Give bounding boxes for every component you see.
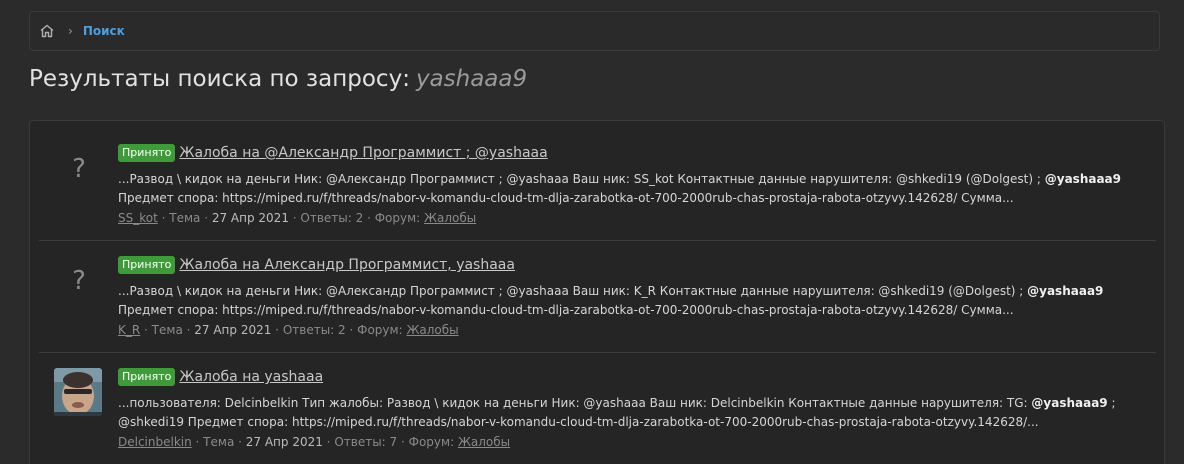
- result-snippet: ...Развод \ кидок на деньги Ник: @Алекса…: [118, 282, 1138, 320]
- chevron-right-icon: ›: [68, 24, 73, 38]
- author-link[interactable]: Delcinbelkin: [118, 435, 192, 449]
- forum-label: Форум:: [408, 435, 455, 449]
- snippet-highlight: @yashaaa9: [1027, 284, 1104, 298]
- forum-link[interactable]: Жалобы: [424, 211, 476, 225]
- forum-label: Форум:: [374, 211, 421, 225]
- status-badge: Принято: [118, 144, 176, 162]
- list-item: ? Принято Жалоба на @Александр Программи…: [39, 121, 1156, 241]
- result-meta: SS_kot · Тема · 27 Апр 2021 · Ответы: 2 …: [118, 211, 477, 225]
- forum-label: Форум:: [357, 323, 403, 337]
- avatar-placeholder[interactable]: ?: [61, 263, 97, 299]
- snippet-highlight: @yashaaa9: [1031, 396, 1108, 410]
- snippet-text: Предмет спора: https://miped.ru/f/thread…: [118, 303, 1014, 317]
- result-snippet: ...Развод \ кидок на деньги Ник: @Алекса…: [118, 170, 1138, 208]
- result-title-link[interactable]: Жалоба на Александр Программист, yashaaa: [179, 257, 515, 273]
- avatar[interactable]: [54, 368, 102, 416]
- author-link[interactable]: K_R: [118, 323, 140, 337]
- reply-count: Ответы: 7: [334, 435, 398, 449]
- result-meta: Delcinbelkin · Тема · 27 Апр 2021 · Отве…: [118, 435, 511, 449]
- forum-link[interactable]: Жалобы: [406, 323, 458, 337]
- snippet-text: ...Развод \ кидок на деньги Ник: @Алекса…: [118, 284, 1028, 298]
- snippet-text: @shkedi19 Предмет спора: https://miped.r…: [118, 415, 1039, 429]
- snippet-text: ...Развод \ кидок на деньги Ник: @Алекса…: [118, 172, 1045, 186]
- avatar-placeholder[interactable]: ?: [61, 151, 97, 187]
- result-date: 27 Апр 2021: [211, 211, 289, 225]
- page-title-prefix: Результаты поиска по запросу:: [29, 66, 410, 92]
- forum-link[interactable]: Жалобы: [458, 435, 510, 449]
- breadcrumb-link-search[interactable]: Поиск: [83, 24, 125, 38]
- status-badge: Принято: [118, 256, 176, 274]
- result-type: Тема: [203, 435, 235, 449]
- snippet-text: ...пользователя: Delcinbelkin Тип жалобы…: [118, 396, 1032, 410]
- result-type: Тема: [169, 211, 201, 225]
- result-snippet: ...пользователя: Delcinbelkin Тип жалобы…: [118, 394, 1138, 432]
- search-query: yashaaa9: [415, 66, 528, 92]
- result-date: 27 Апр 2021: [194, 323, 272, 337]
- list-item: Принято Жалоба на yashaaa ...пользовател…: [39, 353, 1156, 464]
- snippet-highlight: @yashaaa9: [1044, 172, 1121, 186]
- page-title: Результаты поиска по запросу: yashaaa9: [29, 66, 527, 92]
- reply-count: Ответы: 2: [300, 211, 364, 225]
- home-icon[interactable]: [38, 22, 56, 40]
- breadcrumb: › Поиск: [29, 11, 1160, 51]
- result-title-link[interactable]: Жалоба на @Александр Программист ; @yash…: [179, 145, 547, 161]
- search-results-list: ? Принято Жалоба на @Александр Программи…: [29, 120, 1165, 464]
- snippet-text: Предмет спора: https://miped.ru/f/thread…: [118, 191, 1014, 205]
- author-link[interactable]: SS_kot: [118, 211, 158, 225]
- reply-count: Ответы: 2: [282, 323, 346, 337]
- status-badge: Принято: [118, 368, 176, 386]
- result-title-link[interactable]: Жалоба на yashaaa: [179, 369, 323, 385]
- result-date: 27 Апр 2021: [245, 435, 323, 449]
- list-item: ? Принято Жалоба на Александр Программис…: [39, 241, 1156, 353]
- result-type: Тема: [151, 323, 183, 337]
- result-meta: K_R · Тема · 27 Апр 2021 · Ответы: 2 · Ф…: [118, 323, 459, 337]
- snippet-text: ;: [1107, 396, 1116, 410]
